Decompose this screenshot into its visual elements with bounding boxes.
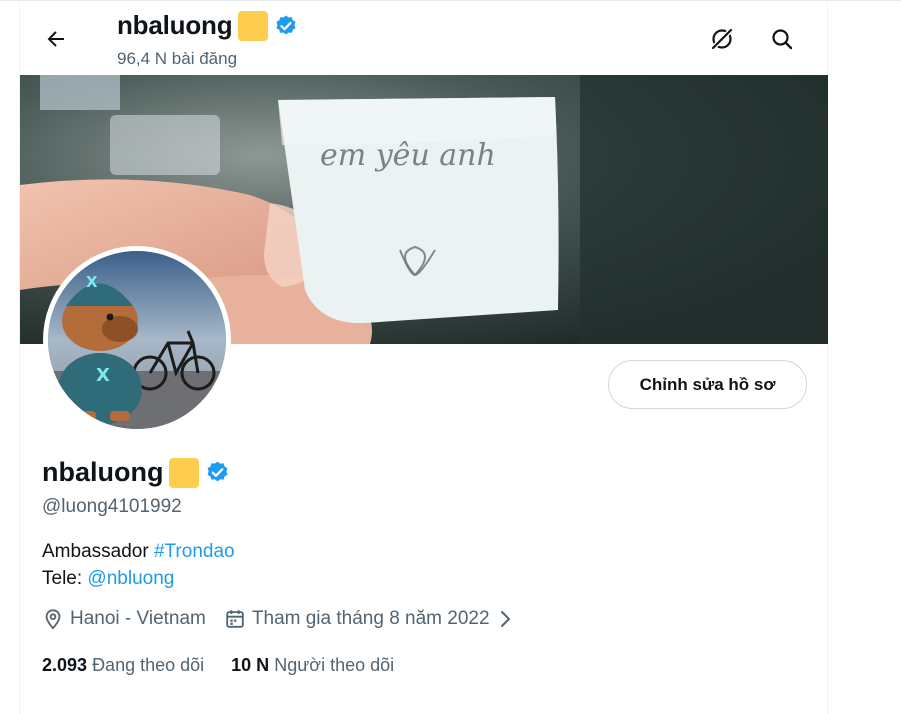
verified-badge-icon[interactable] <box>205 460 230 485</box>
header-name-row: nbaluong <box>117 10 298 41</box>
following-link[interactable]: 2.093 Đang theo dõi <box>42 655 204 676</box>
location-text: Hanoi - Vietnam <box>70 608 206 629</box>
gold-square-emoji <box>238 10 269 41</box>
hashtag-link[interactable]: #Trondao <box>154 541 235 562</box>
profile-handle: @luong4101992 <box>42 496 182 517</box>
location-pin-icon <box>45 609 61 630</box>
profile-name-row: nbaluong <box>42 457 230 488</box>
profile-column: nbaluong 96,4 N bài đăng em yêu anh X X … <box>19 0 828 714</box>
joined-item: Tham gia tháng 8 năm 2022 <box>224 608 490 630</box>
post-count: 96,4 N bài đăng <box>117 49 238 68</box>
profile-name: nbaluong <box>42 457 164 487</box>
profile-header: nbaluong 96,4 N bài đăng <box>20 0 829 75</box>
search-icon <box>772 29 793 50</box>
profile-avatar[interactable]: X X <box>43 246 231 434</box>
edit-profile-button[interactable]: Chỉnh sửa hồ sơ <box>608 360 807 409</box>
bio-text: Ambassador <box>42 541 154 562</box>
bio-line-1: Ambassador #Trondao <box>42 538 235 565</box>
calendar-icon <box>226 610 244 628</box>
grok-button[interactable] <box>702 19 742 59</box>
location-item: Hanoi - Vietnam <box>42 608 206 630</box>
profile-meta: Hanoi - Vietnam Tham gia tháng 8 năm 202… <box>42 608 514 630</box>
mention-link[interactable]: @nbluong <box>87 568 174 589</box>
svg-text:X: X <box>86 273 98 291</box>
back-button[interactable] <box>36 19 76 59</box>
followers-count: 10 N <box>231 655 270 675</box>
bio-line-2: Tele: @nbluong <box>42 565 235 592</box>
followers-link[interactable]: 10 N Người theo dõi <box>231 655 394 676</box>
avatar-image: X X <box>48 251 226 429</box>
svg-text:X: X <box>96 365 110 386</box>
following-count: 2.093 <box>42 655 88 675</box>
followers-label: Người theo dõi <box>274 655 395 675</box>
joined-text: Tham gia tháng 8 năm 2022 <box>251 608 490 629</box>
follow-stats: 2.093 Đang theo dõi 10 N Người theo dõi <box>42 655 421 676</box>
bio-text: Tele: <box>42 568 88 589</box>
following-label: Đang theo dõi <box>92 655 205 675</box>
search-button[interactable] <box>762 19 802 59</box>
profile-bio: Ambassador #Trondao Tele: @nbluong <box>42 538 235 592</box>
banner-note-text: em yêu anh <box>320 138 496 173</box>
header-name: nbaluong <box>117 10 233 40</box>
verified-badge-icon <box>276 15 296 34</box>
chevron-right-icon <box>500 611 510 627</box>
arrow-left-icon <box>47 31 64 47</box>
joined-details-button[interactable] <box>498 609 514 629</box>
gold-square-emoji <box>169 457 200 488</box>
grok-icon <box>710 27 734 51</box>
